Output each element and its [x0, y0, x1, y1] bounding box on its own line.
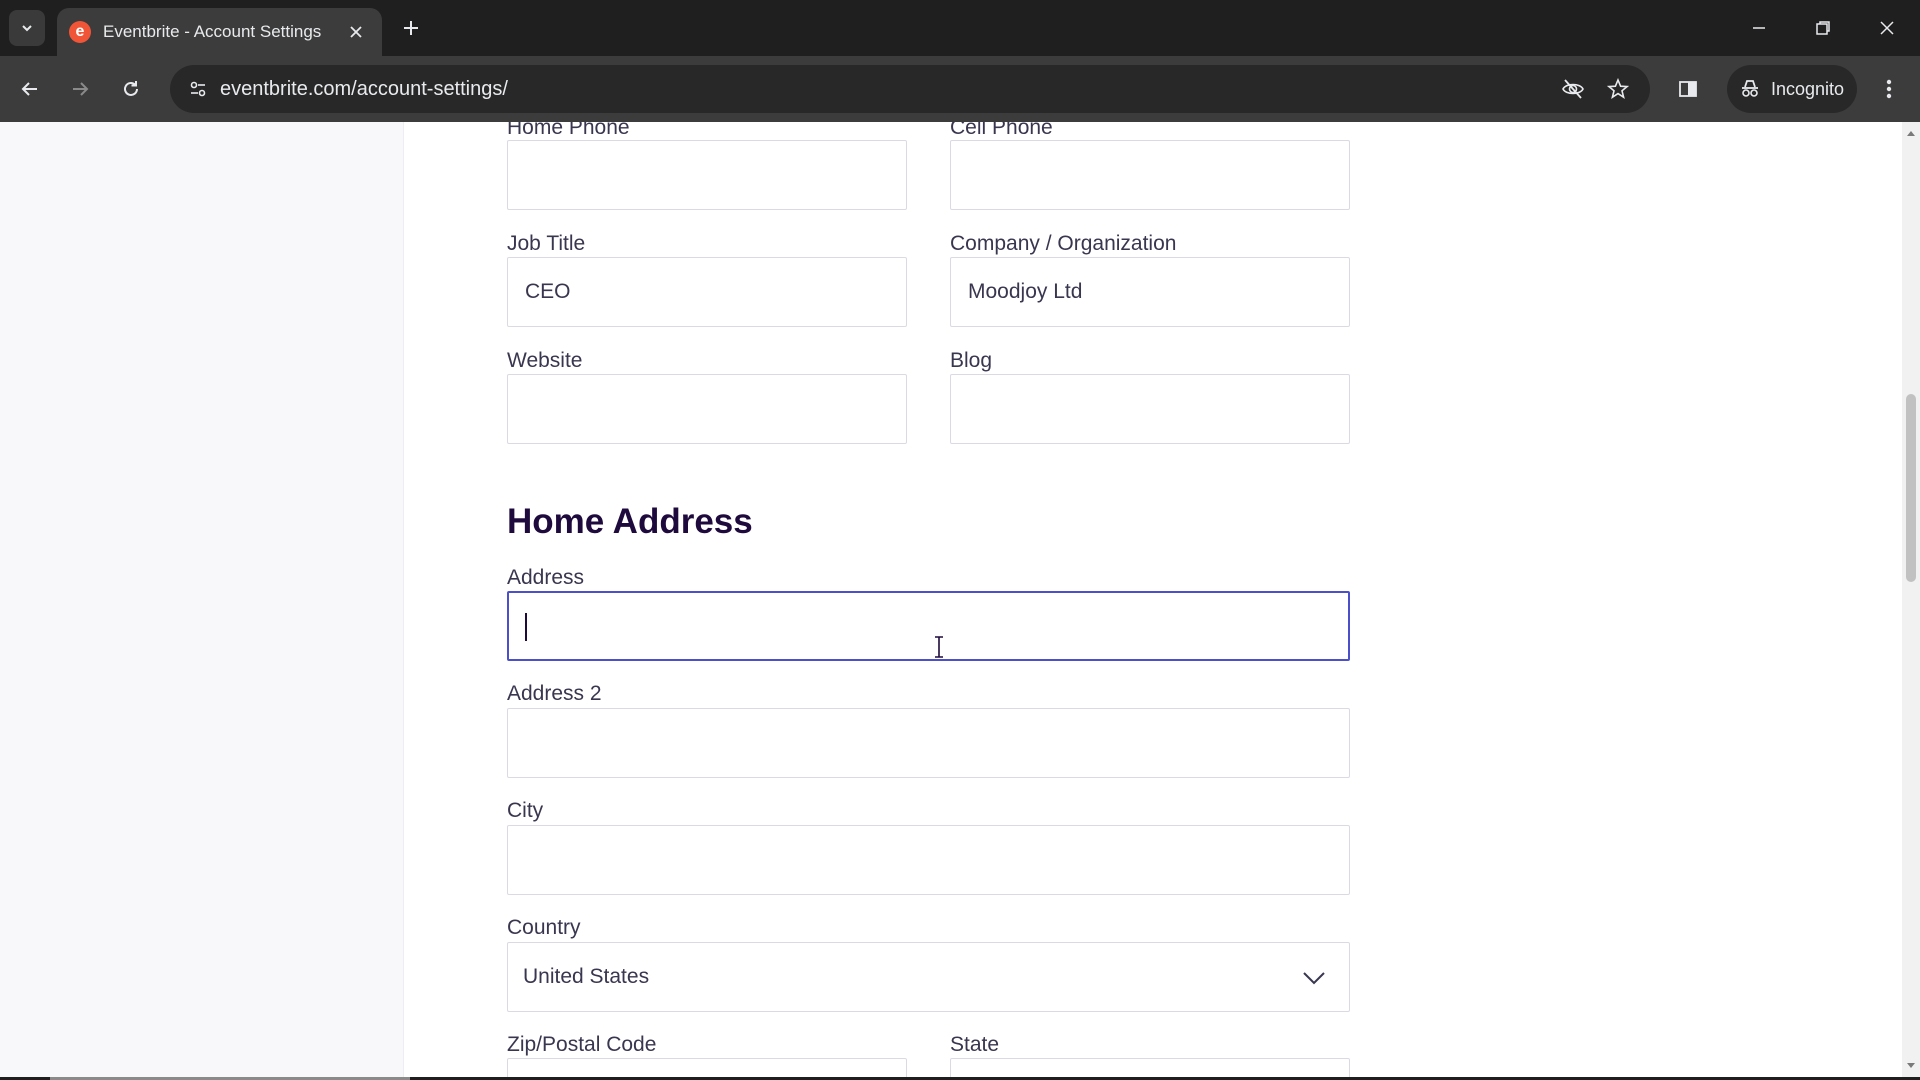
text-caret [525, 613, 527, 641]
job-title-label: Job Title [507, 232, 586, 255]
home-phone-input[interactable] [507, 140, 907, 210]
website-input[interactable] [507, 374, 907, 444]
blog-label: Blog [950, 349, 993, 372]
url-text[interactable]: eventbrite.com/account-settings/ [220, 65, 508, 113]
state-select[interactable] [950, 1058, 1350, 1077]
site-info-button[interactable] [180, 71, 216, 107]
close-icon [1880, 21, 1894, 35]
country-label: Country [507, 916, 581, 939]
more-vertical-icon [1886, 79, 1892, 99]
zip-label: Zip/Postal Code [507, 1033, 657, 1056]
home-phone-label: Home Phone [507, 122, 630, 139]
address-label: Address [507, 566, 585, 589]
country-select[interactable]: United States [507, 942, 1350, 1012]
incognito-label: Incognito [1771, 78, 1845, 99]
chevron-down-icon [1303, 972, 1325, 985]
city-input[interactable] [507, 825, 1350, 895]
restore-window-button[interactable] [1803, 10, 1843, 46]
company-label: Company / Organization [950, 232, 1177, 255]
incognito-icon [1742, 80, 1758, 97]
country-selected-value: United States [523, 965, 650, 988]
eye-off-icon [1562, 79, 1584, 99]
minimize-window-button[interactable] [1739, 10, 1779, 46]
home-address-heading: Home Address [507, 502, 753, 541]
browser-tab-active[interactable]: e Eventbrite - Account Settings [57, 8, 382, 56]
back-button[interactable] [12, 71, 48, 107]
cell-phone-label: Cell Phone [950, 122, 1053, 139]
scroll-up-arrow-icon[interactable] [1906, 128, 1916, 138]
address2-label: Address 2 [507, 682, 602, 705]
new-tab-button[interactable] [395, 12, 427, 44]
forward-button[interactable] [62, 71, 98, 107]
tab-bar: e Eventbrite - Account Settings [0, 0, 1920, 56]
job-title-input[interactable]: CEO [507, 257, 907, 327]
blog-input[interactable] [950, 374, 1350, 444]
chevron-down-icon [22, 25, 32, 32]
tracking-protection-button[interactable] [1555, 71, 1591, 107]
text-cursor-icon [935, 636, 943, 658]
page-scrollbar[interactable] [1902, 122, 1920, 1077]
tab-close-button[interactable] [344, 20, 368, 44]
city-label: City [507, 799, 544, 822]
state-label: State [950, 1033, 1000, 1056]
scroll-down-arrow-icon[interactable] [1906, 1061, 1916, 1071]
address2-input[interactable] [507, 708, 1350, 778]
close-icon [350, 26, 362, 38]
address-bar[interactable]: eventbrite.com/account-settings/ [170, 65, 1650, 113]
arrow-left-icon [21, 82, 37, 96]
side-panel-button[interactable] [1670, 71, 1706, 107]
close-window-button[interactable] [1867, 10, 1907, 46]
bookmark-button[interactable] [1600, 71, 1636, 107]
reload-button[interactable] [113, 71, 149, 107]
arrow-right-icon [73, 82, 89, 96]
minimize-icon [1753, 27, 1765, 29]
website-label: Website [507, 349, 583, 372]
tab-title: Eventbrite - Account Settings [103, 22, 322, 41]
company-input[interactable]: Moodjoy Ltd [950, 257, 1350, 327]
scrollbar-thumb[interactable] [1906, 394, 1916, 582]
plus-icon [404, 21, 418, 35]
restore-icon [1816, 21, 1830, 35]
address-input[interactable] [507, 591, 1350, 661]
incognito-indicator[interactable]: Incognito [1727, 65, 1857, 113]
zip-input[interactable] [507, 1058, 907, 1077]
settings-sidebar [0, 122, 404, 1077]
cell-phone-input[interactable] [950, 140, 1350, 210]
browser-toolbar: eventbrite.com/account-settings/ Incogni… [0, 56, 1920, 122]
star-icon [1607, 78, 1629, 99]
browser-menu-button[interactable] [1871, 71, 1907, 107]
reload-icon [124, 81, 138, 96]
tab-search-button[interactable] [9, 10, 45, 46]
tune-icon [190, 81, 206, 97]
eventbrite-favicon-icon: e [69, 21, 91, 43]
side-panel-icon [1679, 81, 1697, 97]
page-viewport: Home Phone Cell Phone Job Title CEO Comp… [0, 122, 1902, 1077]
